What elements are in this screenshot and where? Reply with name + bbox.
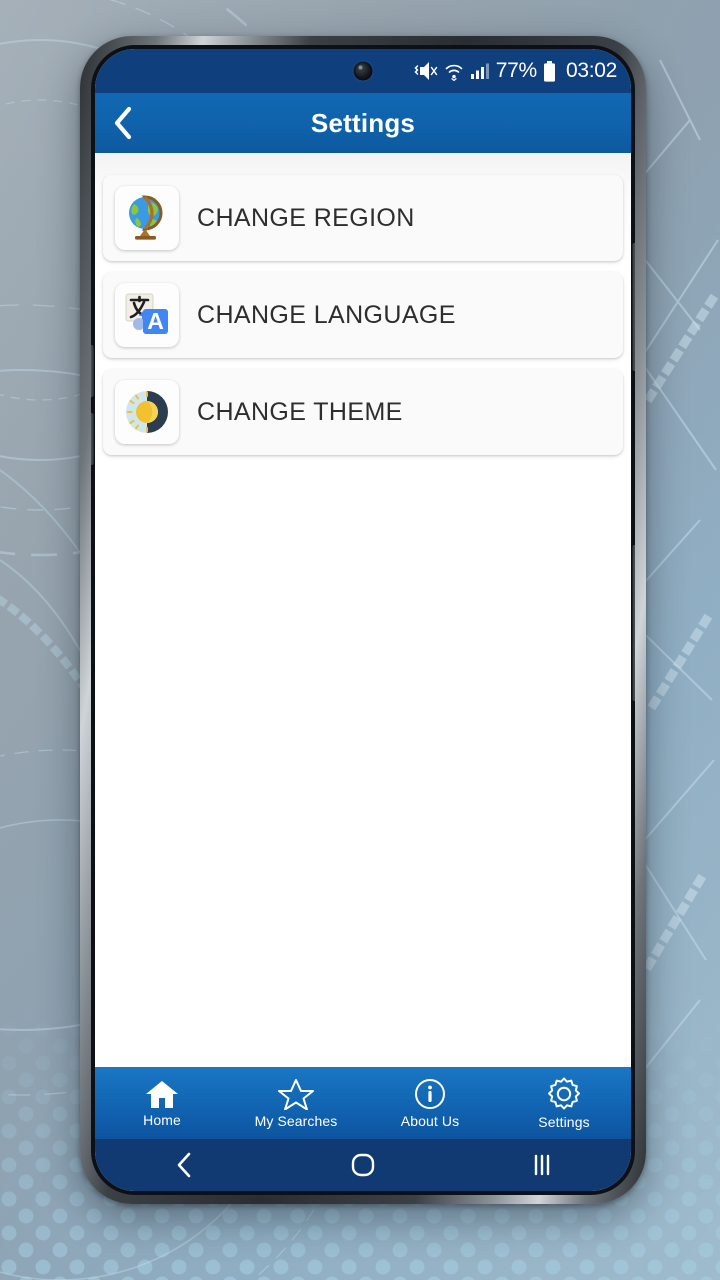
- android-home-icon: [351, 1153, 375, 1177]
- back-button[interactable]: [95, 93, 151, 153]
- side-key-button[interactable]: [632, 243, 635, 371]
- menu-item-change-language[interactable]: A CHANGE LANGUAGE: [103, 272, 623, 358]
- svg-text:A: A: [147, 308, 164, 334]
- globe-icon: [129, 195, 163, 240]
- clock-label: 03:02: [565, 59, 617, 82]
- tab-my-searches[interactable]: My Searches: [229, 1067, 363, 1139]
- menu-item-change-theme[interactable]: CHANGE THEME: [103, 369, 623, 455]
- tab-about-us[interactable]: About Us: [363, 1067, 497, 1139]
- menu-item-label: CHANGE LANGUAGE: [197, 300, 456, 329]
- cellular-signal-icon: [470, 63, 489, 79]
- tab-home[interactable]: Home: [95, 1067, 229, 1139]
- phone-device-frame: 77% 03:02 Settings CHANGE REGION A CHANG…: [80, 36, 646, 1204]
- page-title: Settings: [310, 107, 416, 138]
- android-recents-button[interactable]: [506, 1139, 578, 1191]
- bottom-tab-bar: Home My Searches About Us Settings: [95, 1067, 631, 1139]
- info-circle-icon: [415, 1078, 445, 1109]
- gear-icon: [548, 1077, 580, 1109]
- status-bar: 77% 03:02: [95, 49, 631, 93]
- translate-icon: A: [125, 293, 168, 334]
- tab-label: About Us: [400, 1112, 460, 1129]
- android-back-icon: [178, 1152, 191, 1178]
- volume-down-button[interactable]: [91, 413, 94, 465]
- star-icon: [278, 1078, 314, 1110]
- mute-vibrate-icon: [414, 62, 438, 80]
- tab-label: Home: [143, 1111, 181, 1128]
- app-header-bar: Settings: [95, 93, 631, 153]
- settings-list: CHANGE REGION A CHANGE LANGUAGE CHANGE T…: [95, 153, 631, 1067]
- android-recents-icon: [534, 1154, 549, 1176]
- phone-bezel: 77% 03:02 Settings CHANGE REGION A CHANG…: [91, 45, 635, 1195]
- tab-settings[interactable]: Settings: [497, 1067, 631, 1139]
- translate-icon-container: A: [115, 283, 179, 347]
- front-camera-punch-hole: [353, 61, 373, 81]
- dayco-wordmark-icon: R: [0, 1262, 720, 1280]
- day-night-theme-icon: [126, 391, 168, 433]
- battery-percent-label: 77%: [495, 59, 537, 82]
- android-home-button[interactable]: [327, 1139, 399, 1191]
- menu-item-label: CHANGE THEME: [197, 397, 403, 426]
- tab-label: Settings: [538, 1113, 590, 1130]
- android-navigation-bar: [95, 1139, 631, 1191]
- power-button[interactable]: [632, 545, 635, 701]
- battery-icon: [543, 60, 555, 82]
- android-back-button[interactable]: [148, 1139, 220, 1191]
- menu-item-change-region[interactable]: CHANGE REGION: [103, 175, 623, 261]
- globe-icon-container: [115, 186, 179, 250]
- theme-icon-container: [115, 380, 179, 444]
- phone-screen: 77% 03:02 Settings CHANGE REGION A CHANG…: [95, 49, 631, 1191]
- menu-item-label: CHANGE REGION: [197, 203, 415, 232]
- volume-up-button[interactable]: [91, 345, 94, 397]
- status-icons: 77% 03:02: [414, 59, 617, 83]
- home-icon: [146, 1080, 178, 1108]
- chevron-left-icon: [114, 106, 132, 140]
- wifi-icon: [445, 64, 463, 81]
- tab-label: My Searches: [254, 1112, 338, 1129]
